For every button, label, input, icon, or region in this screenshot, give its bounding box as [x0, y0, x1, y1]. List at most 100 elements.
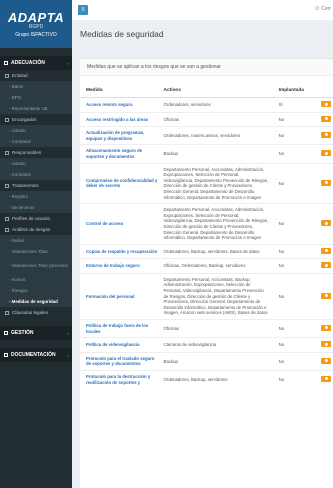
- sidebar-item[interactable]: Análisis de riesgos: [0, 224, 72, 235]
- implemented-status: No: [270, 337, 312, 353]
- box-heading: Medidas que se aplican a los riesgos que…: [87, 64, 221, 70]
- sidebar-item-label: Entidad: [12, 73, 28, 78]
- measure-name[interactable]: Acceso remoto seguro: [80, 97, 162, 113]
- sidebar-subitem[interactable]: - Listado: [0, 125, 72, 136]
- implemented-status: Sí: [270, 97, 312, 113]
- sidebar-section-header[interactable]: ADECUACIÓN ‹: [0, 56, 72, 70]
- sidebar-toggle-button[interactable]: ≡: [78, 5, 88, 15]
- sidebar-item[interactable]: Perfiles de usuario: [0, 213, 72, 224]
- sidebar-subitem[interactable]: - DPO: [0, 92, 72, 103]
- implemented-status: No: [270, 144, 312, 164]
- sidebar-subitem-label: - Datos: [9, 84, 24, 89]
- sidebar-subitem[interactable]: - Contratos: [0, 169, 72, 180]
- view-eye-icon[interactable]: [321, 131, 332, 138]
- sidebar-subitem[interactable]: - Representante UE: [0, 103, 72, 114]
- column-header-actions: [311, 84, 333, 98]
- table-row: Almacenamiento seguro de soportes y docu…: [80, 144, 333, 164]
- sidebar-subitem[interactable]: - Datos: [0, 81, 72, 92]
- menu-item-icon: [5, 117, 9, 122]
- menu-item-icon: [5, 216, 9, 221]
- menu-item-icon: [5, 183, 9, 188]
- top-header: ≡ ⏻ Cerr: [72, 0, 333, 20]
- sidebar-subitem[interactable]: - Sedes: [0, 235, 72, 246]
- table-row: Protocolo para la destrucción y reutiliz…: [80, 370, 333, 389]
- sidebar-section-header[interactable]: GESTIÓN ‹: [0, 326, 72, 340]
- column-header-implantada[interactable]: Implantada: [270, 84, 312, 98]
- sidebar-subitem-label: - Contratos: [9, 139, 31, 144]
- table-row: Política de trabajo fuera de los locales…: [80, 319, 333, 338]
- logout-link[interactable]: ⏻ Cerr: [315, 6, 331, 12]
- view-eye-icon[interactable]: [321, 341, 332, 348]
- sidebar-subitem[interactable]: - Listado: [0, 158, 72, 169]
- view-eye-icon[interactable]: [321, 357, 332, 364]
- measure-assets: Ordenadores, Backup, servidores, Bases d…: [161, 243, 271, 259]
- implemented-status: No: [270, 126, 312, 145]
- sidebar-subitem[interactable]: - De terceros: [0, 202, 72, 213]
- sidebar-subitem[interactable]: - Contratos: [0, 136, 72, 147]
- box-header: Medidas que se aplican a los riesgos que…: [80, 59, 333, 76]
- table-row: Acceso restringido a las áreas Oficinas No: [80, 111, 333, 127]
- sidebar-subitem-label: - Registro: [9, 194, 29, 199]
- sidebar-section-header[interactable]: DOCUMENTACIÓN ‹: [0, 348, 72, 362]
- sidebar-subitem[interactable]: - Registro: [0, 191, 72, 202]
- measure-name[interactable]: Actualización de programas, equipos y di…: [80, 126, 162, 145]
- measure-assets: Departamento Personal, Accionistas, Back…: [161, 272, 271, 320]
- measure-name[interactable]: Protocolo para la destrucción y reutiliz…: [80, 370, 162, 389]
- actions-cell: [311, 111, 333, 127]
- logout-label: Cerr: [321, 6, 331, 12]
- measure-name[interactable]: Acceso restringido a las áreas: [80, 111, 162, 127]
- implemented-status: No: [270, 258, 312, 274]
- sidebar-subitem-label: - Sedes: [9, 238, 25, 243]
- measure-name[interactable]: Política de trabajo fuera de los locales: [80, 319, 162, 338]
- implemented-status: No: [270, 111, 312, 127]
- view-eye-icon[interactable]: [321, 179, 332, 186]
- view-eye-icon[interactable]: [321, 115, 332, 122]
- sidebar-item-label: Cláusulas legales: [12, 310, 49, 315]
- view-eye-icon[interactable]: [321, 220, 332, 227]
- view-eye-icon[interactable]: [321, 247, 332, 254]
- section-icon: [4, 331, 8, 335]
- app-logo[interactable]: ADAPTA RGPD Grupo ISPACTIVO: [0, 0, 72, 48]
- measure-assets: Ordenadores, Backup, servidores: [161, 370, 271, 389]
- sidebar-item[interactable]: Responsables: [0, 147, 72, 158]
- sidebar-item[interactable]: Cláusulas legales: [0, 307, 72, 318]
- sidebar-subitem[interactable]: - Riesgos: [0, 285, 72, 296]
- sidebar-subitem-label: - Valoraciones Tbas: [9, 249, 48, 254]
- sidebar-subitem[interactable]: - Valoraciones Tbas (accesos): [0, 257, 72, 274]
- sidebar-subitem[interactable]: - Activos: [0, 274, 72, 285]
- view-eye-icon[interactable]: [321, 101, 332, 107]
- table-row: Entorno de trabajo seguro Oficinas, Orden…: [80, 258, 333, 274]
- column-header-activos[interactable]: Activos: [161, 84, 271, 98]
- actions-cell: [311, 258, 333, 274]
- section-icon: [4, 353, 8, 357]
- logo-subtitle: RGPD: [28, 24, 44, 30]
- actions-cell: [311, 337, 333, 353]
- measure-name[interactable]: Protocolo para el traslado seguro de sop…: [80, 351, 162, 371]
- sidebar-subitem-label: - De terceros: [9, 205, 35, 210]
- measure-name[interactable]: Política de videovigilancia: [80, 337, 162, 353]
- sidebar-subitem[interactable]: - Valoraciones Tbas: [0, 246, 72, 257]
- view-eye-icon[interactable]: [321, 262, 332, 269]
- measure-name[interactable]: Compromiso de confidencialidad y deber d…: [80, 162, 162, 204]
- sidebar-item[interactable]: Tratamientos: [0, 180, 72, 191]
- view-eye-icon[interactable]: [321, 375, 332, 382]
- measure-assets: Backup: [161, 144, 271, 164]
- sidebar-subitem-label: - Medidas de seguridad: [9, 299, 58, 304]
- measure-name[interactable]: Control de acceso: [80, 203, 162, 245]
- sidebar-item[interactable]: Entidad: [0, 70, 72, 81]
- chevron-icon: ‹: [67, 352, 69, 358]
- implemented-status: No: [270, 319, 312, 338]
- measure-name[interactable]: Formación del personal: [80, 272, 162, 320]
- view-eye-icon[interactable]: [321, 292, 332, 299]
- sidebar-subitem-active[interactable]: - Medidas de seguridad: [0, 296, 72, 307]
- measure-name[interactable]: Copias de respaldo y recuperación: [80, 243, 162, 259]
- menu-item-icon: [5, 310, 9, 315]
- measure-name[interactable]: Entorno de trabajo seguro: [80, 258, 162, 274]
- view-eye-icon[interactable]: [321, 324, 332, 331]
- measure-name[interactable]: Almacenamiento seguro de soportes y docu…: [80, 144, 162, 164]
- view-eye-icon[interactable]: [321, 150, 332, 157]
- column-header-medida[interactable]: Medida: [80, 84, 162, 98]
- sidebar-item[interactable]: Encargados: [0, 114, 72, 125]
- section-icon: [4, 61, 8, 65]
- measures-box: Medidas que se aplican a los riesgos que…: [80, 58, 333, 488]
